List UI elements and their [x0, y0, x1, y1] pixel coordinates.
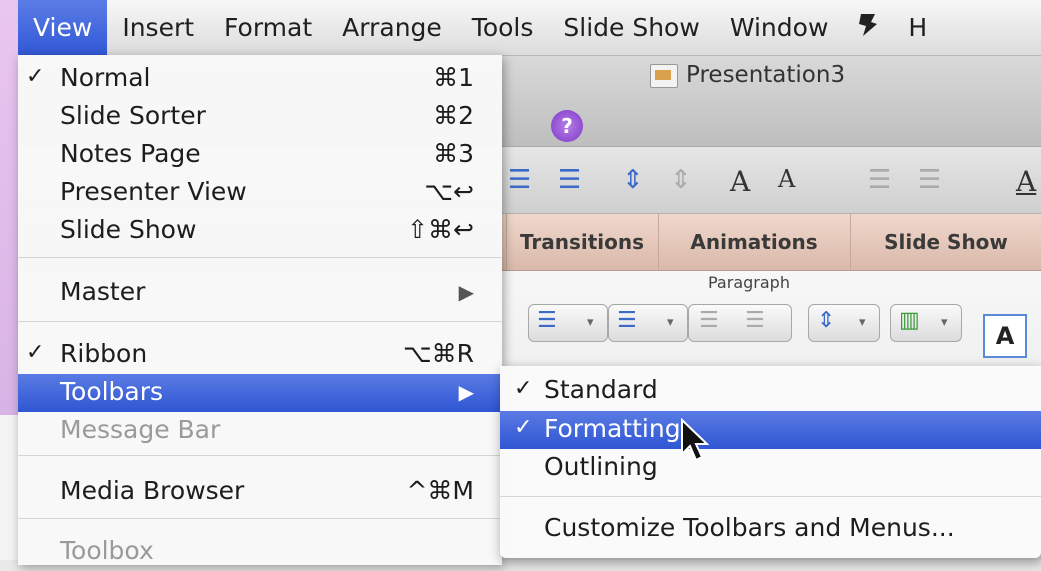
window-title: Presentation3: [686, 62, 846, 88]
menu-arrange[interactable]: Arrange: [327, 0, 457, 55]
decrease-font-size-button[interactable]: A: [778, 165, 795, 193]
menu-slide-show[interactable]: Slide Show: [548, 0, 714, 55]
view-menu-presenter-view[interactable]: Presenter View ⌥↩: [18, 174, 502, 212]
menu-separator: [500, 496, 1041, 497]
toolbars-customize[interactable]: Customize Toolbars and Menus...: [500, 510, 1041, 548]
tab-animations[interactable]: Animations: [658, 214, 849, 270]
view-menu-media-browser[interactable]: Media Browser ^⌘M: [18, 473, 502, 511]
check-icon: ✓: [514, 376, 533, 401]
line-spacing-dropdown[interactable]: ⇕ ▾: [808, 304, 880, 342]
help-button[interactable]: ?: [551, 110, 583, 142]
bullets-icon[interactable]: ☰: [508, 165, 531, 195]
submenu-arrow-icon: ▶: [458, 280, 474, 304]
desktop-strip-lower: [0, 415, 18, 560]
check-icon: ✓: [26, 64, 45, 89]
view-menu-slide-show[interactable]: Slide Show ⇧⌘↩: [18, 212, 502, 250]
font-color-button[interactable]: A: [1016, 165, 1036, 198]
indent-group[interactable]: ☰ ☰: [688, 304, 792, 342]
menu-bar: View Insert Format Arrange Tools Slide S…: [18, 0, 1041, 56]
submenu-arrow-icon: ▶: [458, 380, 474, 404]
view-menu-normal[interactable]: ✓ Normal ⌘1: [18, 60, 502, 98]
view-menu: ✓ Normal ⌘1 Slide Sorter ⌘2 Notes Page ⌘…: [18, 55, 502, 565]
menu-separator: [18, 518, 502, 519]
toolbars-outlining[interactable]: Outlining: [500, 449, 1041, 487]
document-icon: [650, 64, 678, 88]
paragraph-group-label: Paragraph: [708, 273, 790, 292]
increase-font-size-button[interactable]: A: [730, 165, 750, 198]
increase-indent-icon[interactable]: ☰: [918, 165, 941, 195]
view-menu-slide-sorter[interactable]: Slide Sorter ⌘2: [18, 98, 502, 136]
text-box-button[interactable]: A: [983, 314, 1027, 358]
menu-format[interactable]: Format: [209, 0, 327, 55]
bullets-dropdown[interactable]: ☰ ▾: [528, 304, 608, 342]
decrease-indent-icon[interactable]: ☰: [868, 165, 891, 195]
view-menu-notes-page[interactable]: Notes Page ⌘3: [18, 136, 502, 174]
menu-separator: [18, 321, 502, 322]
toolbars-formatting[interactable]: ✓ Formatting: [500, 411, 1041, 449]
line-spacing-icon[interactable]: ⇕: [622, 165, 644, 195]
toolbars-submenu: ✓ Standard ✓ Formatting Outlining Custom…: [500, 366, 1041, 558]
view-menu-toolbox: Toolbox: [60, 536, 154, 565]
paragraph-spacing-icon[interactable]: ⇕: [670, 165, 692, 195]
menu-insert[interactable]: Insert: [107, 0, 209, 55]
columns-dropdown[interactable]: ▥ ▾: [890, 304, 962, 342]
script-menu-icon[interactable]: [843, 12, 893, 44]
numbering-dropdown[interactable]: ☰ ▾: [608, 304, 688, 342]
menu-separator: [18, 455, 502, 456]
check-icon: ✓: [26, 340, 45, 365]
menu-help[interactable]: H: [893, 0, 942, 55]
desktop-strip: [0, 0, 18, 415]
check-icon: ✓: [514, 415, 533, 440]
view-menu-ribbon[interactable]: ✓ Ribbon ⌥⌘R: [18, 336, 502, 374]
menu-separator: [18, 257, 502, 258]
toolbars-standard[interactable]: ✓ Standard: [500, 372, 1041, 410]
tab-transitions[interactable]: Transitions: [506, 214, 657, 270]
menu-window[interactable]: Window: [715, 0, 844, 55]
menu-view[interactable]: View: [18, 0, 108, 55]
numbering-icon[interactable]: ☰: [558, 165, 581, 195]
tab-slide-show[interactable]: Slide Show: [850, 214, 1041, 270]
view-menu-master[interactable]: Master ▶: [18, 274, 502, 312]
mouse-cursor-icon: [681, 418, 710, 462]
view-menu-message-bar: Message Bar: [60, 415, 221, 444]
view-menu-toolbars[interactable]: Toolbars ▶: [18, 374, 502, 412]
menu-tools[interactable]: Tools: [457, 0, 549, 55]
